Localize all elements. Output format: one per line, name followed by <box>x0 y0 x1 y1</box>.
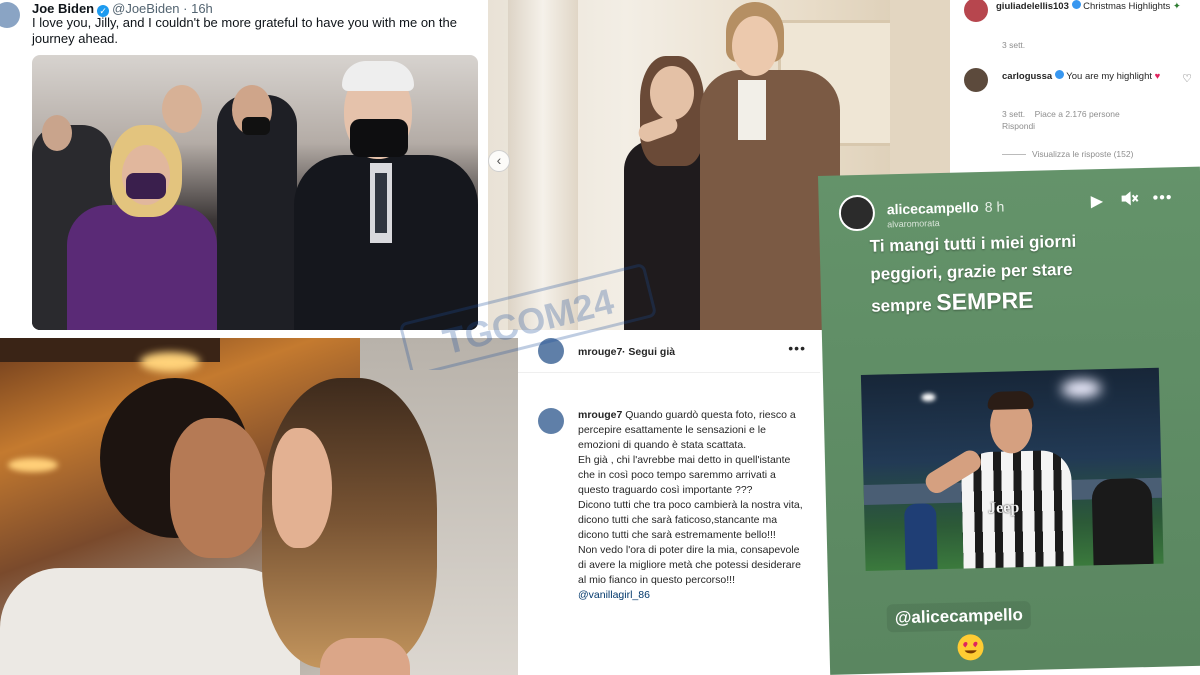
tree-emoji-icon: ✦ <box>1172 1 1181 12</box>
comment-2-time: 3 sett. <box>1002 109 1026 119</box>
caption-avatar[interactable] <box>538 408 564 434</box>
story-mention-sticker[interactable]: @alicecampello <box>886 600 1032 633</box>
story-football-photo[interactable]: Jeep <box>860 367 1164 571</box>
kiss-photo[interactable] <box>0 338 518 675</box>
caption-p2: Eh già , chi l'avrebbe mai detto in quel… <box>578 454 791 496</box>
story-reshared-from[interactable]: alvaromorata <box>887 218 940 229</box>
comment-avatar[interactable] <box>964 0 988 22</box>
like-heart-icon[interactable]: ♡ <box>1182 72 1192 85</box>
comment-2-likes[interactable]: Piace a 2.176 persone <box>1035 109 1120 119</box>
post-avatar[interactable] <box>538 338 564 364</box>
tweet-card: Joe Biden ✓ @JoeBiden · 16h I love you, Ji… <box>0 0 488 335</box>
story-text-line2: peggiori, grazie per stare <box>870 259 1073 284</box>
ig-post-panel: mrouge7 · Segui già ••• mrouge7 Quando g… <box>518 330 820 675</box>
story-avatar[interactable] <box>838 194 876 232</box>
comment-2-text: You are my highlight <box>1066 71 1153 82</box>
story-text-line1: Ti mangi tutti i miei giorni <box>869 231 1077 256</box>
post-caption: mrouge7 Quando guardò questa foto, riesc… <box>578 408 806 603</box>
more-options-icon[interactable]: ••• <box>1152 189 1172 207</box>
view-replies-label: Visualizza le risposte (152) <box>1032 149 1134 159</box>
carousel-prev-icon[interactable]: ‹ <box>488 150 510 172</box>
verified-badge-icon <box>1071 0 1081 9</box>
story-time: 8 h <box>984 198 1005 215</box>
comment-avatar[interactable] <box>964 68 988 92</box>
comment-1-time: 3 sett. <box>1002 40 1026 50</box>
more-options-icon[interactable]: ••• <box>788 340 806 356</box>
comment-2-meta: 3 sett. Piace a 2.176 persone <box>1002 109 1120 119</box>
caption-username[interactable]: mrouge7 <box>578 409 622 421</box>
follow-status[interactable]: · Segui già <box>622 346 675 358</box>
post-username[interactable]: mrouge7 <box>578 346 622 358</box>
story-text-line3: sempre SEMPRE <box>871 284 1132 317</box>
comment-1-text: Christmas Highlights <box>1083 1 1171 12</box>
red-heart-icon: ♥ <box>1154 71 1161 82</box>
post-header: mrouge7 · Segui già ••• <box>518 330 820 373</box>
tweet-photo[interactable] <box>32 55 478 330</box>
story-text-sempre: sempre <box>870 295 932 316</box>
comment-2-user[interactable]: carlogussa <box>1002 71 1052 82</box>
mute-icon[interactable] <box>1120 190 1139 211</box>
tweet-text: I love you, Jilly, and I couldn't be mor… <box>32 15 457 46</box>
tweet-avatar[interactable] <box>0 2 20 28</box>
comment-2: carlogussa You are my highlight ♥ <box>1002 70 1178 83</box>
play-icon[interactable]: ▶ <box>1090 191 1104 211</box>
jersey-sponsor: Jeep <box>987 499 1020 517</box>
verified-badge-icon <box>1054 70 1064 79</box>
view-replies-link[interactable]: Visualizza le risposte (152) <box>1002 149 1133 159</box>
tweet-handle[interactable]: @JoeBiden <box>112 1 179 16</box>
tweet-author-name[interactable]: Joe Biden <box>32 1 94 16</box>
story-text-sempre-big: SEMPRE <box>936 286 1034 316</box>
ig-story: alicecampello 8 h alvaromorata ▶ ••• Ti … <box>818 166 1200 675</box>
heart-eyes-emoji-icon <box>957 634 984 661</box>
caption-mention[interactable]: @vanillagirl_86 <box>578 589 650 601</box>
reply-link[interactable]: Rispondi <box>1002 121 1035 131</box>
story-username[interactable]: alicecampello <box>887 199 979 217</box>
tweet-timestamp[interactable]: · 16h <box>183 1 213 16</box>
comment-1-user[interactable]: giuliadelellis103 <box>996 1 1069 12</box>
caption-p4: Non vedo l'ora di poter dire la mia, con… <box>578 544 801 586</box>
caption-p3: Dicono tutti che tra poco cambierà la no… <box>578 499 803 541</box>
comment-1: giuliadelellis103 Christmas Highlights ✦ <box>996 0 1192 13</box>
ig-comments-panel: giuliadelellis103 Christmas Highlights ✦… <box>950 0 1200 176</box>
